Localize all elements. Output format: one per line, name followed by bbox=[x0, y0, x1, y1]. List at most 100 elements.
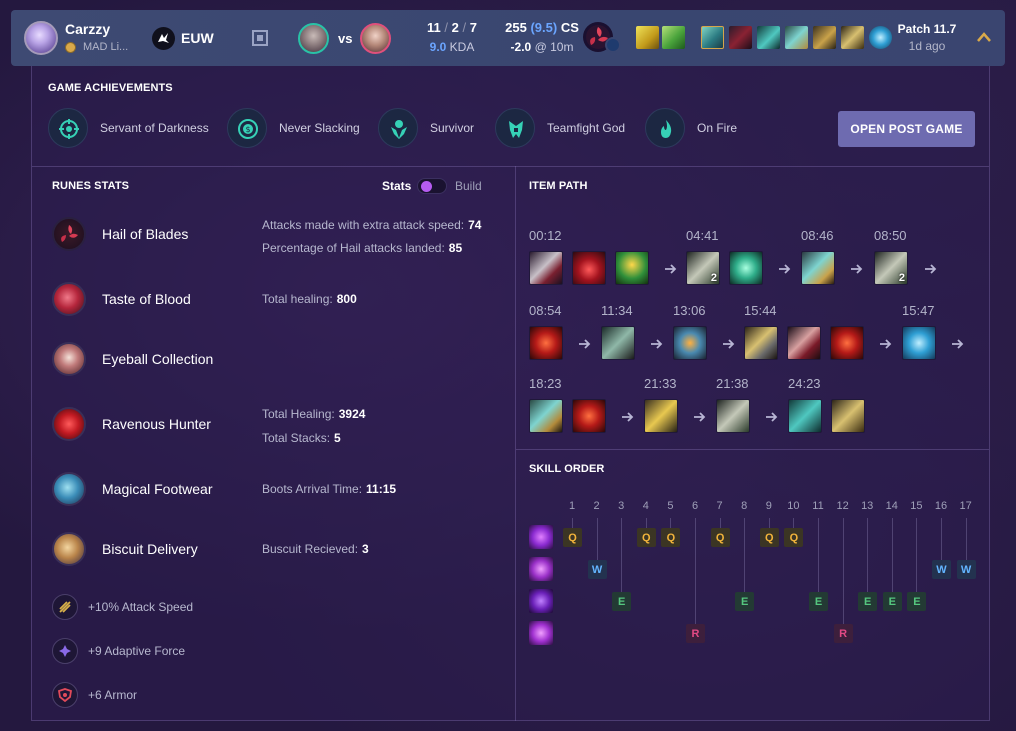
skill-level-number: 17 bbox=[959, 500, 972, 512]
skill-level-cell: Q bbox=[710, 528, 730, 547]
item-slot-5-icon bbox=[813, 26, 836, 49]
rune-stat-label: Attacks made with extra attack speed: bbox=[262, 218, 465, 232]
rune-name: Biscuit Delivery bbox=[102, 541, 198, 557]
arrow-right-icon bbox=[880, 339, 892, 349]
chevron-up-icon[interactable] bbox=[976, 30, 992, 44]
skill-level-number: 7 bbox=[716, 500, 723, 512]
rune-stat-value: 11:15 bbox=[366, 482, 397, 496]
jungle-upgrade-item-icon bbox=[529, 399, 563, 433]
cs-per-min: (9.5) bbox=[530, 20, 558, 35]
rune-stat-value: 85 bbox=[448, 241, 463, 255]
biscuit-delivery-icon bbox=[52, 532, 86, 566]
rune-stat: Total Healing: 3924 bbox=[262, 407, 365, 421]
kda-ratio-value: 9.0 bbox=[429, 40, 447, 54]
cs-label: CS bbox=[560, 20, 579, 35]
arrow-right-icon bbox=[622, 412, 634, 422]
item-time: 11:34 bbox=[601, 303, 633, 318]
item-slot-4-icon bbox=[785, 26, 808, 49]
achievement-teamfight-god: Teamfight God bbox=[495, 108, 625, 148]
skill-order-title: SKILL ORDER bbox=[529, 463, 605, 475]
skill-level-number: 15 bbox=[910, 500, 923, 512]
red-item-icon bbox=[529, 326, 563, 360]
skill-level-guide-line bbox=[572, 518, 573, 528]
skill-level-number: 14 bbox=[885, 500, 898, 512]
jungle-item-icon bbox=[801, 251, 835, 285]
skill-level-cell: E bbox=[907, 592, 927, 611]
arrow-right-icon bbox=[579, 339, 591, 349]
shard-attack-speed: +10% Attack Speed bbox=[52, 594, 252, 620]
rune-row-biscuit-delivery: Biscuit Delivery Buscuit Recieved: 3 bbox=[52, 532, 522, 568]
skill-level-cell: E bbox=[858, 592, 878, 611]
trinket-icon bbox=[869, 26, 892, 49]
item-time: 21:38 bbox=[716, 376, 749, 391]
q-ability-icon bbox=[529, 525, 553, 549]
skill-level-number: 16 bbox=[934, 500, 948, 512]
refillable-potion-item-icon bbox=[729, 251, 763, 285]
cs-diff-value: -2.0 bbox=[510, 40, 532, 54]
item-time: 04:41 bbox=[686, 228, 719, 243]
adaptive-force-shard-icon bbox=[52, 638, 78, 664]
skill-level-guide-line bbox=[891, 518, 893, 592]
deaths-value: 2 bbox=[451, 20, 459, 35]
item-slot-6-icon bbox=[841, 26, 864, 49]
summoner-name[interactable]: Carzzy bbox=[65, 21, 110, 37]
skill-level-cell: Q bbox=[784, 528, 804, 547]
achievement-never-slacking: $ Never Slacking bbox=[227, 108, 360, 148]
golden-blade-item-icon bbox=[644, 399, 678, 433]
rune-stat: Percentage of Hail attacks landed: 85 bbox=[262, 241, 462, 255]
match-header[interactable]: Carzzy MAD Li... EUW vs 11 / 2 / 7 9.0 K… bbox=[11, 10, 1005, 66]
skill-level-number: 8 bbox=[741, 500, 748, 512]
cs-diff-at: @ 10m bbox=[534, 40, 574, 54]
shard-adaptive-force: +9 Adaptive Force bbox=[52, 638, 252, 664]
jungle-role-icon bbox=[252, 30, 268, 46]
cs-diff: -2.0 @ 10m bbox=[492, 40, 592, 54]
teal-item-icon bbox=[788, 399, 822, 433]
taste-of-blood-icon bbox=[52, 282, 86, 316]
toggle-build-label[interactable]: Build bbox=[455, 179, 482, 193]
skill-level-cell: E bbox=[612, 592, 632, 611]
opponent-champion-icon bbox=[360, 23, 391, 54]
achievement-label: Servant of Darkness bbox=[100, 121, 209, 135]
arrow-right-icon bbox=[651, 339, 663, 349]
open-post-game-button[interactable]: OPEN POST GAME bbox=[838, 111, 975, 147]
serrated-dirk-item-icon: 2 bbox=[874, 251, 908, 285]
match-details-panel: GAME ACHIEVEMENTS Servant of Darkness $ … bbox=[31, 66, 990, 721]
skill-level-guide-line bbox=[818, 518, 819, 592]
skill-level-guide-line bbox=[842, 518, 844, 624]
blade-item-icon bbox=[787, 326, 821, 360]
skill-level-guide-line bbox=[965, 518, 967, 560]
attack-speed-shard-icon bbox=[52, 594, 78, 620]
skill-level-cell: Q bbox=[759, 528, 779, 547]
stats-build-toggle[interactable] bbox=[417, 178, 447, 194]
skill-level-guide-line bbox=[768, 518, 770, 528]
toggle-stats-label[interactable]: Stats bbox=[382, 179, 411, 193]
item-time: 13:06 bbox=[673, 303, 706, 318]
runes-stats-title: RUNES STATS bbox=[52, 180, 130, 192]
rune-stat-label: Boots Arrival Time: bbox=[262, 482, 363, 496]
serrated-dirk-item-icon bbox=[716, 399, 750, 433]
red-item-icon bbox=[830, 326, 864, 360]
achievement-on-fire: On Fire bbox=[645, 108, 737, 148]
skill-level-number: 10 bbox=[787, 500, 800, 512]
skill-level-number: 5 bbox=[667, 500, 674, 512]
item-stack-count: 2 bbox=[898, 272, 905, 284]
shard-label: +10% Attack Speed bbox=[88, 600, 194, 614]
oracle-lens-item-icon bbox=[902, 326, 936, 360]
item-path-title: ITEM PATH bbox=[529, 180, 588, 192]
armor-shard-icon bbox=[52, 682, 78, 708]
skill-level-guide-line bbox=[916, 518, 918, 592]
item-time: 21:33 bbox=[644, 376, 677, 391]
item-time: 15:47 bbox=[902, 303, 935, 318]
item-time: 08:46 bbox=[801, 228, 834, 243]
skill-level-number: 6 bbox=[691, 500, 699, 512]
skill-level-guide-line bbox=[695, 518, 696, 624]
item-time: 08:54 bbox=[529, 303, 562, 318]
skill-level-number: 2 bbox=[593, 500, 600, 512]
item-slot-3-icon bbox=[757, 26, 780, 49]
skill-level-number: 3 bbox=[618, 500, 625, 512]
achievement-label: Teamfight God bbox=[547, 121, 626, 135]
skill-level-cell: R bbox=[833, 624, 853, 643]
item-time: 24:23 bbox=[788, 376, 821, 391]
achievement-label: Survivor bbox=[430, 121, 475, 135]
rune-stat-label: Percentage of Hail attacks landed: bbox=[262, 241, 445, 255]
